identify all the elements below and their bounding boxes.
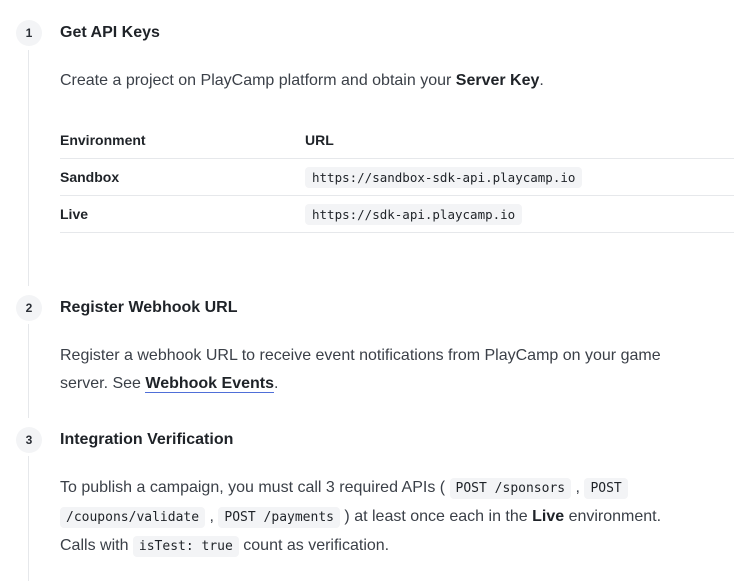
env-name-live: Live <box>60 195 305 233</box>
step-1-title: Get API Keys <box>60 24 160 41</box>
is-test-flag: isTest: true <box>132 536 239 557</box>
table-header-row: Environment URL <box>60 122 734 159</box>
live-emphasis: Live <box>532 508 565 525</box>
step-1-connector <box>28 50 29 286</box>
environment-table: Environment URL Sandbox https://sandbox-… <box>60 122 734 233</box>
step-2-number: 2 <box>16 295 42 321</box>
separator: , <box>571 479 585 496</box>
server-key-emphasis: Server Key <box>455 72 540 89</box>
step-3-text: To publish a campaign, you must call 3 r… <box>60 479 450 496</box>
step-3-number: 3 <box>16 427 42 453</box>
separator: , <box>205 508 219 525</box>
step-3-text: Calls with <box>60 537 133 554</box>
step-3-text: ) at least once each in the <box>339 508 533 525</box>
api-sponsors: POST /sponsors <box>449 478 572 499</box>
column-header-url: URL <box>305 122 734 159</box>
env-name-sandbox: Sandbox <box>60 158 305 196</box>
step-2-connector <box>28 324 29 418</box>
step-1-text: Create a project on PlayCamp platform an… <box>60 72 456 89</box>
step-3-text: count as verification. <box>238 537 390 554</box>
api-payments: POST /payments <box>218 507 340 528</box>
step-2-line-2-end: . <box>274 375 279 392</box>
step-1-number: 1 <box>16 20 42 46</box>
step-2-title: Register Webhook URL <box>60 299 238 316</box>
url-cell: https://sdk-api.playcamp.io <box>305 195 734 233</box>
step-3-text: environment. <box>564 508 662 525</box>
api-coupons-validate-method: POST <box>584 478 628 499</box>
step-1-description: Create a project on PlayCamp platform an… <box>60 67 544 95</box>
step-3-title: Integration Verification <box>60 431 234 448</box>
webhook-events-link[interactable]: Webhook Events <box>145 375 274 393</box>
step-3-description: To publish a campaign, you must call 3 r… <box>60 474 661 561</box>
step-3-connector <box>28 456 29 581</box>
api-coupons-validate-path: /coupons/validate <box>60 507 206 528</box>
table-row: Live https://sdk-api.playcamp.io <box>60 195 734 233</box>
sandbox-url: https://sandbox-sdk-api.playcamp.io <box>305 167 583 188</box>
live-url: https://sdk-api.playcamp.io <box>305 204 523 225</box>
setup-steps: 1 Get API Keys Create a project on PlayC… <box>0 0 739 581</box>
step-2-description: Register a webhook URL to receive event … <box>60 342 661 398</box>
column-header-environment: Environment <box>60 122 305 159</box>
step-1-text-end: . <box>539 72 544 89</box>
step-2-line-2: server. See <box>60 375 146 392</box>
step-2-line-1: Register a webhook URL to receive event … <box>60 347 661 364</box>
table-row: Sandbox https://sandbox-sdk-api.playcamp… <box>60 158 734 196</box>
url-cell: https://sandbox-sdk-api.playcamp.io <box>305 158 734 196</box>
